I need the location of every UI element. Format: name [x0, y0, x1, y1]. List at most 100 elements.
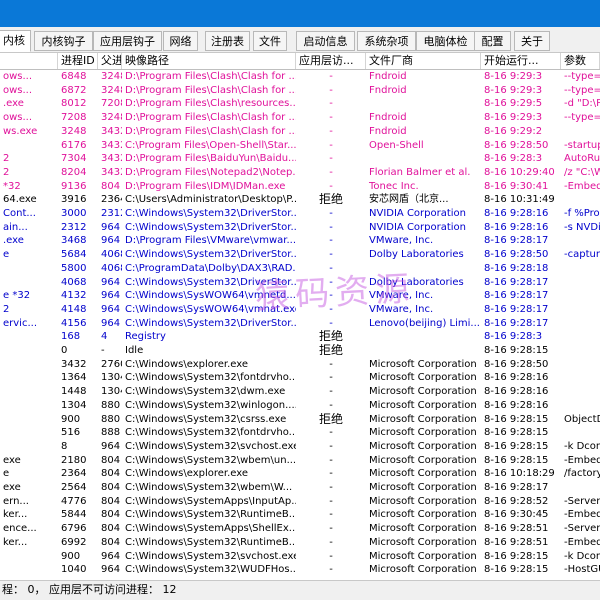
- column-header-ppid[interactable]: 父进...: [98, 53, 122, 69]
- table-row[interactable]: ker... 6992 804 C:\Windows\System32\Runtime…: [0, 536, 600, 550]
- table-row[interactable]: 2 4148 964 C:\Windows\SysWOW64\vmnat.exe - VM…: [0, 303, 600, 317]
- tab-9[interactable]: 配置: [474, 31, 511, 51]
- table-row[interactable]: ows... 6872 3248D:\Program Files\Clash\Cla…: [0, 84, 600, 98]
- table-row[interactable]: 8 964 C:\Windows\System32\svchost.exe - Micr…: [0, 440, 600, 454]
- cell-args: -HostGU...: [564, 564, 600, 576]
- column-header-args[interactable]: 参数: [561, 53, 600, 69]
- table-row[interactable]: 1364 1304C:\Windows\System32\fontdrvho...…: [0, 371, 600, 385]
- table-row[interactable]: 6176 3432C:\Program Files\Open-Shell\Star…: [0, 139, 600, 153]
- cell-start: 8-16 9:30:41: [484, 180, 549, 192]
- tab-4[interactable]: 注册表: [205, 31, 250, 51]
- column-header-path[interactable]: 映像路径: [122, 53, 296, 69]
- table-row[interactable]: .exe 8012 7208D:\Program Files\Clash\resou…: [0, 97, 600, 111]
- table-row[interactable]: 168 4 Registry 拒绝 8-16 9:28:3: [0, 330, 600, 344]
- cell-ppid: 804: [101, 536, 121, 548]
- cell-vendor: Microsoft Corporation: [369, 427, 477, 439]
- table-row[interactable]: 2 8204 3432D:\Program Files\Notepad2\Notep…: [0, 166, 600, 180]
- table-row[interactable]: ervic... 4156 964 C:\Windows\System32\Drive…: [0, 317, 600, 331]
- cell-path: C:\Windows\System32\DriverStor...: [125, 221, 296, 233]
- table-row[interactable]: 3432 2760C:\Windows\explorer.exe - Microsof…: [0, 358, 600, 372]
- cell-vendor: NVIDIA Corporation: [369, 208, 467, 219]
- cell-access: -: [329, 317, 333, 329]
- table-row[interactable]: ence... 6796 804 C:\Windows\SystemApps\Shel…: [0, 522, 600, 536]
- cell-name: exe: [3, 454, 21, 466]
- column-header-start[interactable]: 开始运行...: [481, 53, 561, 69]
- cell-args: [561, 358, 600, 372]
- column-header-vendor[interactable]: 文件厂商: [366, 53, 481, 69]
- cell-args: -Embed...: [564, 536, 600, 548]
- table-row[interactable]: exe 2564 804 C:\Windows\System32\wbem\W... -…: [0, 481, 600, 495]
- table-row[interactable]: 900 880 C:\Windows\System32\csrss.exe 拒绝 Mic…: [0, 413, 600, 427]
- cell-vendor: Microsoft Corporation: [369, 399, 477, 411]
- tab-2[interactable]: 应用层钩子: [93, 31, 162, 51]
- tab-1[interactable]: 内核钩子: [34, 31, 93, 51]
- table-row[interactable]: 4068 964 C:\Windows\System32\DriverStor...…: [0, 276, 600, 290]
- table-row[interactable]: 1448 1304C:\Windows\System32\dwm.exe - Micr…: [0, 385, 600, 399]
- cell-name: ervic...: [3, 317, 37, 329]
- tab-6[interactable]: 启动信息: [296, 31, 355, 51]
- column-header-name[interactable]: [0, 53, 58, 69]
- cell-ppid: 888: [101, 427, 121, 439]
- table-row[interactable]: 64.exe 3916 2364C:\Users\Administrator\Des…: [0, 193, 600, 207]
- cell-name: ows...: [3, 112, 33, 124]
- cell-name: [0, 276, 58, 290]
- table-row[interactable]: e 5684 4068C:\Windows\System32\DriverStor.…: [0, 248, 600, 262]
- cell-args: -f %Pro...: [564, 208, 600, 219]
- table-row[interactable]: Cont... 3000 2312C:\Windows\System32\Drive…: [0, 207, 600, 221]
- tab-5[interactable]: 文件: [253, 31, 287, 51]
- cell-ppid: 964: [101, 290, 121, 302]
- table-row[interactable]: 900 964 C:\Windows\System32\svchost.exe - Mi…: [0, 550, 600, 564]
- table-row[interactable]: 2 7304 3432D:\Program Files\BaiduYun\Baidu…: [0, 152, 600, 166]
- table-row[interactable]: .exe 3468 964 D:\Program Files\VMware\vmwar…: [0, 234, 600, 248]
- tab-7[interactable]: 系统杂项: [357, 31, 416, 51]
- cell-vendor: Fndroid: [369, 71, 407, 82]
- tab-10[interactable]: 关于: [514, 31, 550, 51]
- cell-access: -: [329, 262, 333, 274]
- table-row[interactable]: ws.exe 3248 3432D:\Program Files\Clash\Cla…: [0, 125, 600, 139]
- table-row[interactable]: exe 2180 804 C:\Windows\System32\wbem\un...…: [0, 454, 600, 468]
- table-row[interactable]: e *32 4132 964 C:\Windows\SysWOW64\vmnetd..…: [0, 289, 600, 303]
- table-row[interactable]: 516 888 C:\Windows\System32\fontdrvho... - M…: [0, 426, 600, 440]
- cell-pid: 5844: [61, 509, 87, 521]
- table-row[interactable]: ows... 7208 3248D:\Program Files\Clash\Cla…: [0, 111, 600, 125]
- table-row[interactable]: e 2364 804 C:\Windows\explorer.exe - Microsof…: [0, 467, 600, 481]
- cell-path: C:\Windows\System32\dwm.exe: [125, 386, 286, 398]
- cell-path: Idle: [125, 345, 144, 356]
- table-row[interactable]: 1304 880 C:\Windows\System32\winlogon.... -…: [0, 399, 600, 413]
- column-header-access[interactable]: 应用层访...: [296, 53, 366, 69]
- cell-path: C:\Windows\SystemApps\InputAp...: [125, 495, 296, 507]
- cell-name: ows...: [3, 71, 33, 82]
- cell-start: 8-16 9:28:16: [484, 399, 549, 411]
- table-row[interactable]: 5800 4068C:\ProgramData\Dolby\DAX3\RAD...…: [0, 262, 600, 276]
- process-table-body: ows...68483248D:\Program Files\Clash\Cla…: [0, 70, 600, 580]
- cell-name: ern...: [3, 495, 29, 507]
- cell-args: [561, 125, 600, 139]
- cell-pid: 6796: [61, 523, 87, 535]
- table-row[interactable]: ows... 6848 3248D:\Program Files\Clash\Cla…: [0, 70, 600, 84]
- cell-access: -: [329, 482, 333, 493]
- table-row[interactable]: ker... 5844 804 C:\Windows\System32\Runtime…: [0, 508, 600, 522]
- cell-pid: 6872: [61, 84, 87, 96]
- table-row[interactable]: ain... 2312 964 C:\Windows\System32\DriverS…: [0, 221, 600, 235]
- cell-name: e: [3, 249, 10, 261]
- table-row[interactable]: 0 - Idle 拒绝 8-16 9:28:15: [0, 344, 600, 358]
- cell-ppid: 804: [101, 482, 121, 493]
- cell-vendor: Tonec Inc.: [369, 180, 419, 192]
- cell-vendor: Microsoft Corporation: [369, 372, 477, 384]
- table-row[interactable]: *32 9136 804 D:\Program Files\IDM\IDMan.exe…: [0, 180, 600, 194]
- cell-name: [0, 440, 58, 454]
- cell-vendor: Lenovo(beijing) Limi...: [369, 317, 480, 329]
- cell-vendor: Microsoft Corporation: [369, 550, 477, 562]
- column-header-pid[interactable]: 进程ID: [58, 53, 98, 69]
- cell-pid: 1040: [61, 564, 87, 576]
- tab-3[interactable]: 网络: [163, 31, 198, 51]
- tab-0[interactable]: 内核: [0, 30, 31, 52]
- table-row[interactable]: ern... 4776 804 C:\Windows\SystemApps\Input…: [0, 495, 600, 509]
- cell-start: 8-16 9:28:15: [484, 454, 549, 466]
- cell-access: -: [329, 386, 333, 398]
- cell-path: C:\Windows\System32\svchost.exe: [125, 550, 296, 562]
- cell-ppid: 964: [101, 303, 121, 315]
- cell-start: 8-16 10:29:40: [484, 166, 555, 178]
- table-row[interactable]: 1040 964 C:\Windows\System32\WUDFHos... - Mi…: [0, 563, 600, 577]
- tab-8[interactable]: 电脑体检: [416, 31, 475, 51]
